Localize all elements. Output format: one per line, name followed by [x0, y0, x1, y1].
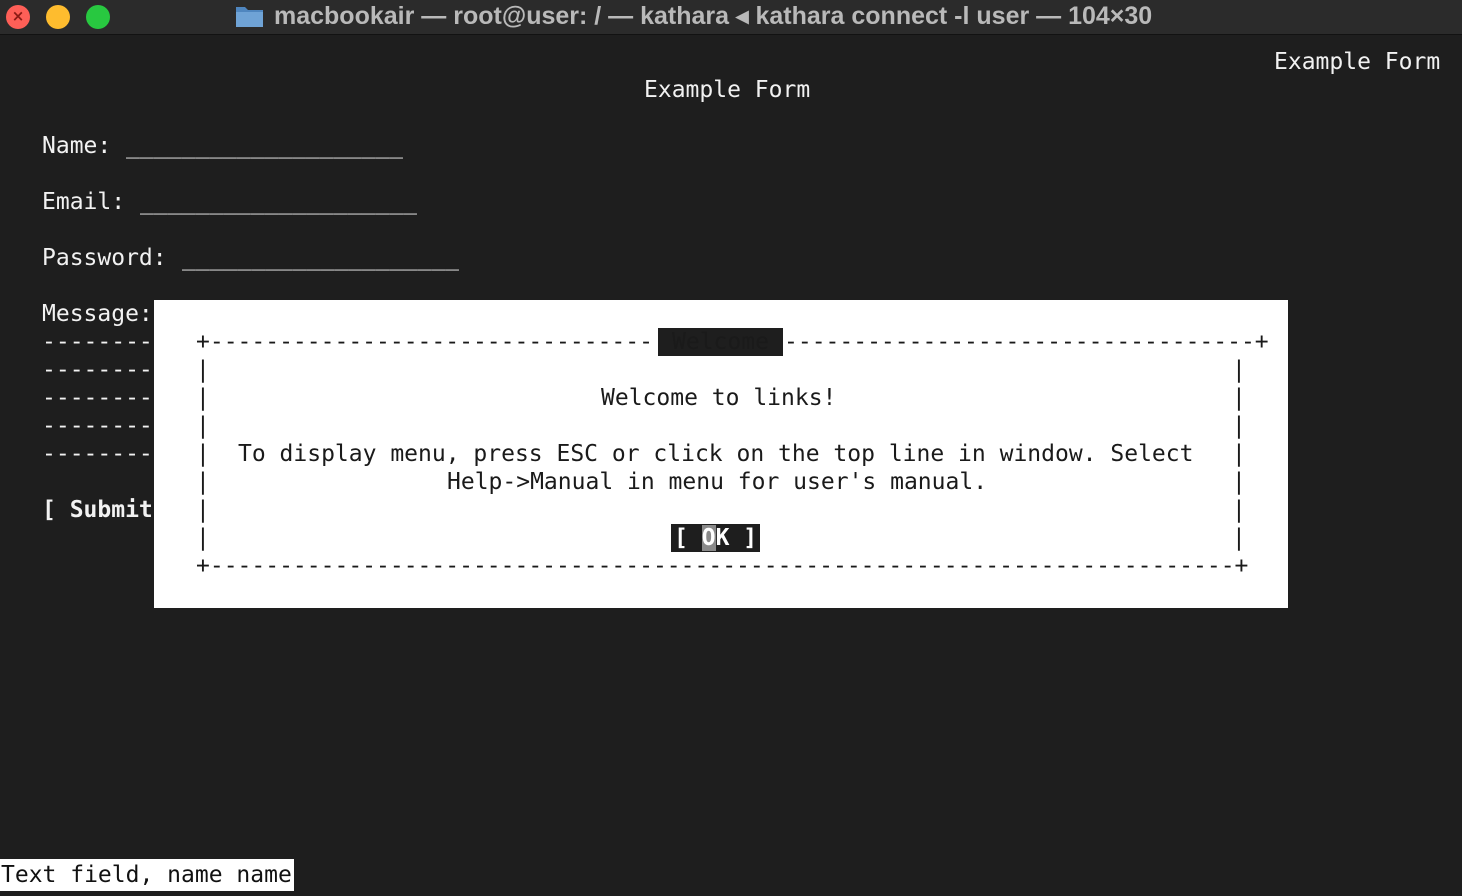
terminal-window: × macbookair — root@user: / — kathara ◂ …: [0, 0, 1462, 896]
dialog-border-left: |: [196, 385, 210, 411]
dialog-border-left: |: [196, 441, 210, 467]
ok-button[interactable]: [ OK ]: [671, 524, 761, 552]
welcome-dialog: +-------------------------------- Welcom…: [154, 300, 1288, 608]
submit-button[interactable]: [ Submit: [42, 496, 153, 524]
close-button[interactable]: ×: [6, 5, 30, 29]
dialog-border-top-left: +--------------------------------: [196, 329, 653, 355]
dialog-border-right: |: [1232, 497, 1246, 523]
password-field[interactable]: ____________________: [182, 244, 459, 272]
message-field-line[interactable]: --------: [42, 356, 153, 384]
message-field-line[interactable]: --------: [42, 328, 153, 356]
dialog-border-left: |: [196, 525, 210, 551]
ok-label-rest: K ]: [715, 525, 758, 551]
dialog-border-left: |: [196, 497, 210, 523]
minimize-button[interactable]: [46, 5, 70, 29]
dialog-border-right: |: [1232, 525, 1246, 551]
email-field[interactable]: ____________________: [140, 188, 417, 216]
corner-title: Example Form: [1274, 49, 1441, 75]
zoom-button[interactable]: [86, 5, 110, 29]
dialog-border-right: |: [1232, 357, 1246, 383]
ok-bracket-open: [: [674, 525, 702, 551]
dialog-border-right: |: [1232, 385, 1246, 411]
message-field-line[interactable]: --------: [42, 412, 153, 440]
close-icon: ×: [11, 7, 25, 25]
title-bar[interactable]: × macbookair — root@user: / — kathara ◂ …: [0, 0, 1462, 35]
status-bar: Text field, name name: [0, 859, 294, 891]
text-cursor: O: [701, 525, 716, 551]
dialog-border-bottom: +---------------------------------------…: [196, 553, 1249, 579]
dialog-border-right: |: [1232, 441, 1246, 467]
message-field-line[interactable]: --------: [42, 440, 153, 468]
terminal-content[interactable]: Example Form Example Form Name: ________…: [0, 35, 1462, 896]
dialog-border-right: |: [1232, 413, 1246, 439]
dialog-heading: Welcome to links!: [601, 385, 837, 411]
dialog-border-right: |: [1232, 469, 1246, 495]
dialog-text-line: Help->Manual in menu for user's manual.: [447, 469, 988, 495]
password-label: Password:: [42, 245, 167, 271]
dialog-border-left: |: [196, 413, 210, 439]
window-title: macbookair — root@user: / — kathara ◂ ka…: [274, 2, 1153, 30]
dialog-border-top-right: ----------------------------------+: [784, 329, 1269, 355]
dialog-title: Welcome: [658, 328, 783, 356]
folder-icon: [236, 7, 263, 27]
email-label: Email:: [42, 189, 126, 215]
dialog-text-line: To display menu, press ESC or click on t…: [238, 441, 1194, 467]
dialog-border-left: |: [196, 469, 210, 495]
name-field[interactable]: ____________________: [126, 132, 403, 160]
name-label: Name:: [42, 133, 112, 159]
message-field-line[interactable]: --------: [42, 384, 153, 412]
dialog-border-left: |: [196, 357, 210, 383]
message-label: Message:: [42, 301, 153, 327]
page-heading: Example Form: [644, 77, 811, 103]
